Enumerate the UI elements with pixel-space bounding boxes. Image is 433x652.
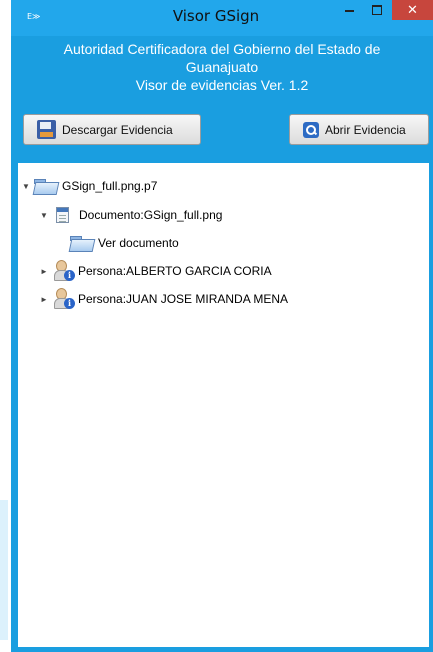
minimize-button[interactable] [336,0,362,20]
close-icon: ✕ [407,2,418,18]
tree-node-label: Persona:ALBERTO GARCIA CORIA [78,264,272,278]
download-evidence-button[interactable]: Descargar Evidencia [23,114,201,145]
tree-node-view-document[interactable]: Ver documento [68,233,179,253]
tree-node-root[interactable]: ▼ GSign_full.png.p7 [22,176,157,196]
expanded-toggle-icon[interactable]: ▼ [22,182,34,191]
tree-node-label: Ver documento [98,236,179,250]
collapsed-toggle-icon[interactable]: ► [40,295,52,304]
maximize-button[interactable] [364,0,390,20]
person-info-icon: i [52,287,76,311]
tree-node-document[interactable]: ▼ Documento:GSign_full.png [40,205,222,225]
collapsed-toggle-icon[interactable]: ► [40,267,52,276]
maximize-icon [372,5,382,15]
header-line-version: Visor de evidencias Ver. 1.2 [135,77,309,93]
expanded-toggle-icon[interactable]: ▼ [40,211,52,220]
folder-open-icon [68,235,96,252]
minimize-icon [344,10,354,12]
open-evidence-label: Abrir Evidencia [325,122,406,137]
tree-node-label: GSign_full.png.p7 [62,179,158,193]
floppy-disk-icon [37,120,56,139]
visor-gsign-window: E≫ Visor GSign ✕ Autoridad Certificadora… [11,0,433,652]
tree-node-label: Persona:JUAN JOSE MIRANDA MENA [78,292,289,306]
download-evidence-label: Descargar Evidencia [62,122,173,137]
title-bar[interactable]: E≫ Visor GSign ✕ [11,0,433,36]
search-icon [303,121,319,138]
header-line-authority: Autoridad Certificadora del Gobierno del… [63,41,381,57]
tree-node-label: Documento:GSign_full.png [79,208,223,222]
background-window-strip [0,500,8,640]
close-button[interactable]: ✕ [392,0,433,20]
document-icon [56,207,69,223]
folder-open-icon [32,178,60,195]
evidence-tree[interactable]: ▼ GSign_full.png.p7 ▼ Documento:GSign_fu… [18,163,429,647]
header-line-state: Guanajuato [185,59,259,75]
header-text: Autoridad Certificadora del Gobierno del… [11,40,433,94]
tree-node-person-1[interactable]: ► i Persona:ALBERTO GARCIA CORIA [40,259,272,283]
open-evidence-button[interactable]: Abrir Evidencia [289,114,429,145]
tree-node-person-2[interactable]: ► i Persona:JUAN JOSE MIRANDA MENA [40,287,289,311]
person-info-icon: i [52,259,76,283]
